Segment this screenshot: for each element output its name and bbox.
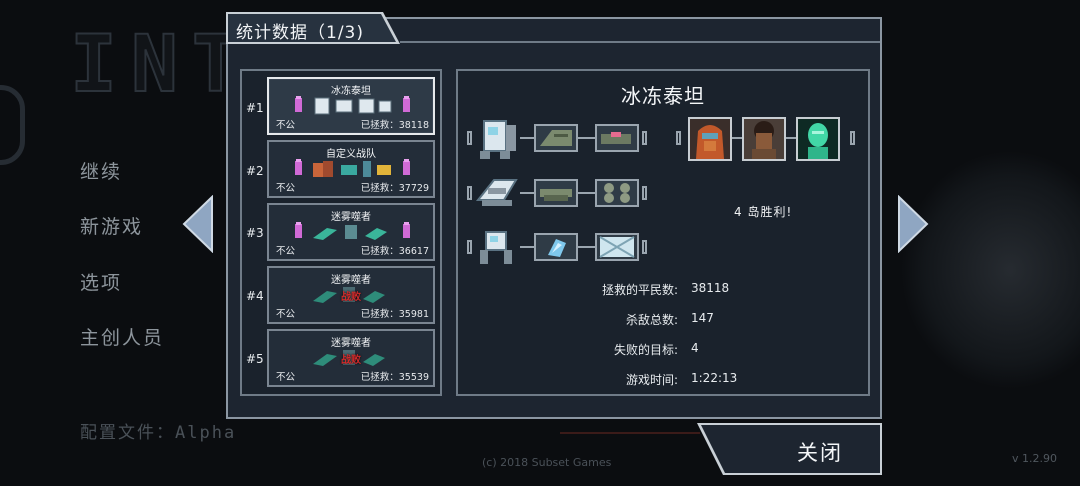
victory-text: 4 岛胜利! [734, 205, 793, 219]
menu-item-options: 选项 [80, 272, 123, 294]
run-difficulty: 不公 [276, 183, 296, 194]
background-mech-art [900, 150, 1080, 390]
weapon-slot-3-2 [595, 233, 639, 261]
slot-bracket [642, 240, 647, 254]
cannon-icon [601, 132, 631, 144]
squad-mechs-icon [295, 96, 410, 115]
window-title: 统计数据（1/3) [236, 23, 364, 43]
pilot-2-portrait [742, 117, 786, 161]
artillery-icon [540, 189, 572, 201]
version-text: v 1.2.90 [1012, 452, 1057, 465]
slot-bracket [467, 240, 472, 254]
menu-item-new-game: 新游戏 [80, 216, 144, 238]
mech-1-icon [480, 120, 516, 159]
stat-value-playtime: 1:22:13 [691, 371, 738, 385]
slot-line [520, 246, 534, 248]
slot-bracket [467, 131, 472, 145]
slot-line [578, 192, 596, 194]
stat-value-civilians: 38118 [691, 281, 730, 295]
previous-page-arrow[interactable] [182, 194, 214, 254]
profile-label: 配置文件：Alpha [80, 423, 237, 443]
squad-mechs-icon [295, 159, 410, 177]
mech-2-icon [475, 179, 518, 206]
run-card-4[interactable]: 迷雾噬者 战败 不公 已拯救：35981 [267, 266, 435, 324]
slot-line [520, 137, 534, 139]
close-button-label: 关闭 [797, 441, 843, 465]
run-civilians-saved: 已拯救：37729 [360, 183, 429, 194]
pilot-3-portrait [796, 117, 840, 161]
run-card-1[interactable]: 冰冻泰坦 不公 已拯救：38118 [267, 77, 435, 135]
title-bar-divider [400, 41, 880, 43]
pilot-human-icon [744, 119, 784, 159]
mech-3-icon [480, 231, 512, 264]
menu-item-continue: 继续 [80, 161, 123, 183]
run-civilians-saved: 已拯救：35539 [360, 372, 429, 383]
stat-label-civilians: 拯救的平民数: [601, 283, 678, 297]
squad-mechs-icon [295, 222, 410, 240]
frost-field-icon [599, 236, 635, 258]
pilot-1-portrait [688, 117, 732, 161]
weapon-slot-2-1 [534, 179, 578, 207]
slot-line [786, 137, 796, 139]
slot-line [578, 137, 596, 139]
run-card-3[interactable]: 迷雾噬者 不公 已拯救：36617 [267, 203, 435, 261]
stat-value-kills: 147 [691, 311, 714, 325]
pilot-ai-hologram-icon [798, 119, 838, 159]
arrow-left-icon [182, 194, 213, 254]
weapon-slot-3-1 [534, 233, 578, 261]
pilot-hooded-icon [690, 119, 730, 159]
run-difficulty: 不公 [276, 120, 296, 131]
slot-line [520, 192, 534, 194]
slot-bracket [676, 131, 681, 145]
run-civilians-saved: 已拯救：36617 [360, 246, 429, 257]
weapon-slot-2-2 [595, 179, 639, 207]
stat-label-failed-objectives: 失败的目标: [613, 343, 678, 357]
menu-item-credits: 主创人员 [80, 327, 165, 349]
stat-label-kills: 杀敌总数: [625, 313, 678, 327]
run-difficulty: 不公 [276, 246, 296, 257]
run-card-2[interactable]: 自定义战队 不公 已拯救：37729 [267, 140, 435, 198]
background-streak [560, 432, 700, 434]
rank-label: #3 [246, 226, 264, 240]
defeat-badge: 战败 [341, 355, 361, 366]
slot-bracket [642, 186, 647, 200]
run-card-5[interactable]: 迷雾噬者 战败 不公 已拯救：35539 [267, 329, 435, 387]
close-button[interactable] [697, 422, 883, 476]
weapon-slot-1-2 [595, 124, 639, 152]
logo-ring-decoration [0, 85, 25, 165]
stat-value-failed-objectives: 4 [691, 341, 699, 355]
ice-crystal-icon [548, 239, 566, 257]
stat-label-playtime: 游戏时间: [625, 373, 678, 387]
rank-label: #2 [246, 164, 264, 178]
arrow-right-icon [898, 194, 929, 254]
slot-line [732, 137, 742, 139]
rank-label: #5 [246, 352, 264, 366]
detail-squad-name: 冰冻泰坦 [621, 84, 705, 108]
rank-label: #1 [246, 101, 264, 115]
copyright-text: (c) 2018 Subset Games [482, 456, 612, 469]
fan-engine-icon [604, 183, 630, 203]
slot-line [578, 246, 596, 248]
run-civilians-saved: 已拯救：38118 [360, 120, 429, 131]
rank-label: #4 [246, 289, 264, 303]
slot-bracket [467, 186, 472, 200]
run-difficulty: 不公 [276, 309, 296, 320]
armor-plate-icon [540, 130, 572, 146]
run-civilians-saved: 已拯救：35981 [360, 309, 429, 320]
slot-bracket [850, 131, 855, 145]
slot-bracket [642, 131, 647, 145]
defeat-badge: 战败 [341, 292, 361, 303]
next-page-arrow[interactable] [897, 194, 929, 254]
run-difficulty: 不公 [276, 372, 296, 383]
weapon-slot-1-1 [534, 124, 578, 152]
